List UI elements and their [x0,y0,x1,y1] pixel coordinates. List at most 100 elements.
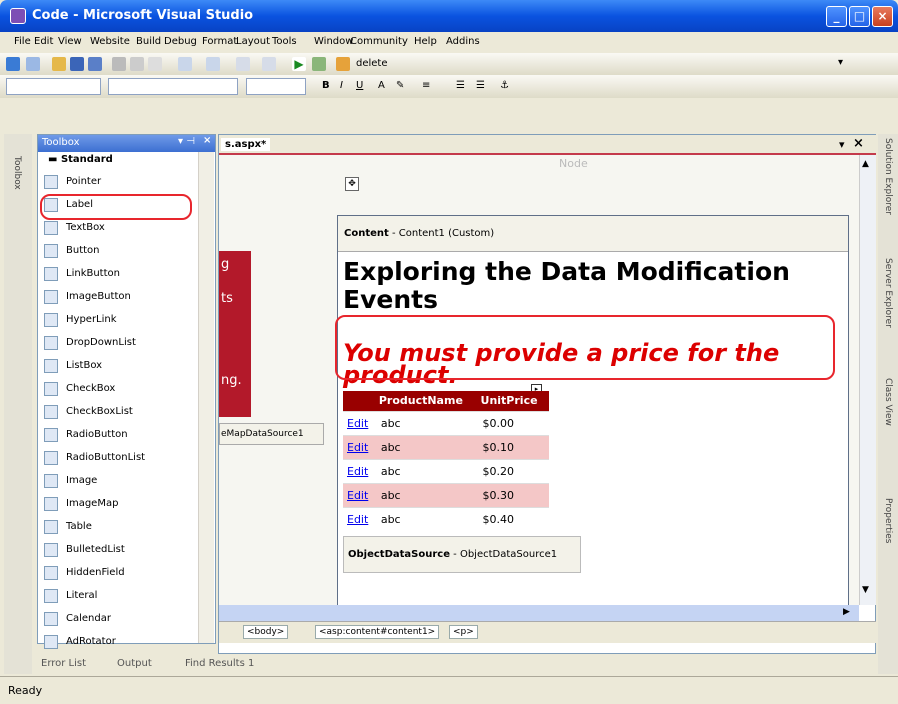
toolbox-rail-tab[interactable]: Toolbox [12,156,22,190]
undo-icon[interactable] [178,57,192,71]
menu-tools[interactable]: Tools [272,36,297,47]
toolbox-item-radiobuttonlist[interactable]: RadioButtonList [40,447,198,470]
maximize-button[interactable]: □ [849,6,870,27]
tag-crumb[interactable]: <p> [449,625,478,639]
italic-icon[interactable]: I [340,80,343,91]
paste-icon[interactable] [148,57,162,71]
highlight-color-icon[interactable]: ✎ [396,80,404,91]
copy-icon[interactable] [130,57,144,71]
save-icon[interactable] [70,57,84,71]
toolbox-item-linkbutton[interactable]: LinkButton [40,263,198,286]
toolbox-section-standard[interactable]: ▬ Standard [48,154,113,165]
font-color-icon[interactable]: A [378,80,385,91]
find-icon[interactable] [336,57,350,71]
toolbox-close-icon[interactable]: × [203,135,211,146]
start-debug-icon[interactable]: ▶ [292,57,306,71]
menu-layout[interactable]: Layout [236,36,270,47]
find-in-files-icon[interactable] [312,57,326,71]
bottom-tab-find-results-1[interactable]: Find Results 1 [185,658,254,669]
menu-window[interactable]: Window [314,36,353,47]
toolbox-item-hiddenfield[interactable]: HiddenField [40,562,198,585]
numbered-list-icon[interactable]: ☰ [456,80,465,91]
pin-icon[interactable]: ▾ ⊣ [178,136,195,147]
toolbox-item-image[interactable]: Image [40,470,198,493]
toolbox-item-checkbox[interactable]: CheckBox [40,378,198,401]
edit-link[interactable]: Edit [347,465,368,478]
scroll-down-icon[interactable]: ▼ [862,585,869,595]
font-size-dropdown[interactable] [246,78,306,95]
edit-link[interactable]: Edit [347,417,368,430]
scroll-up-icon[interactable]: ▲ [862,159,869,169]
toolbox-item-literal[interactable]: Literal [40,585,198,608]
tab-dropdown-icon[interactable]: ▾ [839,138,845,151]
menu-addins[interactable]: Addins [446,36,480,47]
add-item-icon[interactable] [26,57,40,71]
menu-community[interactable]: Community [350,36,408,47]
toolbox-item-pointer[interactable]: Pointer [40,171,198,194]
find-dropdown-chevron-icon[interactable]: ▾ [838,57,843,68]
tag-crumb[interactable]: <body> [243,625,289,639]
edit-link[interactable]: Edit [347,513,368,526]
rail-tab-solution-explorer[interactable]: Solution Explorer [883,138,893,215]
hyperlink-icon[interactable]: ⚓ [500,80,509,91]
open-icon[interactable] [52,57,66,71]
editor-horizontal-scrollbar[interactable]: ▶ [219,605,859,621]
rail-tab-server-explorer[interactable]: Server Explorer [883,258,893,328]
bold-icon[interactable]: B [322,80,330,91]
page-heading[interactable]: Exploring the Data Modification Events [343,258,843,314]
toolbox-item-hyperlink[interactable]: HyperLink [40,309,198,332]
block-format-dropdown[interactable] [6,78,101,95]
edit-link[interactable]: Edit [347,489,368,502]
objectdatasource-control[interactable]: ObjectDataSource - ObjectDataSource1 [343,536,581,573]
rail-tab-properties[interactable]: Properties [883,498,893,543]
menu-edit[interactable]: Edit [34,36,53,47]
toolbox-item-calendar[interactable]: Calendar [40,608,198,631]
editor-vertical-scrollbar[interactable]: ▲ ▼ [859,155,876,605]
content-placeholder[interactable]: Content - Content1 (Custom) Exploring th… [337,215,849,612]
sitemap-datasource[interactable]: eMapDataSource1 [219,423,324,445]
toolbox-item-imagebutton[interactable]: ImageButton [40,286,198,309]
menu-format[interactable]: Format [202,36,237,47]
menu-help[interactable]: Help [414,36,437,47]
tag-crumb[interactable]: <asp:content#content1> [315,625,440,639]
minimize-button[interactable]: _ [826,6,847,27]
document-tab[interactable]: s.aspx* [221,138,271,151]
new-project-icon[interactable] [6,57,20,71]
rail-tab-class-view[interactable]: Class View [883,378,893,426]
bottom-tab-output[interactable]: Output [117,658,152,669]
toolbox-item-textbox[interactable]: TextBox [40,217,198,240]
toolbox-item-dropdownlist[interactable]: DropDownList [40,332,198,355]
bulletedlist-icon [44,543,58,557]
products-gridview[interactable]: ProductName UnitPrice Edit abc $0.00 Edit abc… [343,391,549,531]
scroll-right-icon[interactable]: ▶ [843,607,850,617]
justify-icon[interactable]: ≡ [422,80,430,91]
menu-build[interactable]: Build [136,36,161,47]
close-button[interactable]: × [872,6,893,27]
bulleted-list-icon[interactable]: ☰ [476,80,485,91]
find-combo-value[interactable]: delete [356,58,388,69]
redo-icon[interactable] [206,57,220,71]
font-name-dropdown[interactable] [108,78,238,95]
navigate-back-icon[interactable] [236,57,250,71]
toolbox-item-radiobutton[interactable]: RadioButton [40,424,198,447]
toolbox-item-imagemap[interactable]: ImageMap [40,493,198,516]
menu-view[interactable]: View [58,36,82,47]
navigate-forward-icon[interactable] [262,57,276,71]
move-handle-icon[interactable]: ✥ [345,177,359,191]
toolbox-item-adrotator[interactable]: AdRotator [40,631,198,654]
toolbox-item-listbox[interactable]: ListBox [40,355,198,378]
bottom-tab-error-list[interactable]: Error List [41,658,86,669]
document-close-icon[interactable]: × [853,136,864,151]
save-all-icon[interactable] [88,57,102,71]
toolbox-scrollbar[interactable] [198,152,214,643]
toolbox-item-table[interactable]: Table [40,516,198,539]
toolbox-item-button[interactable]: Button [40,240,198,263]
menu-debug[interactable]: Debug [164,36,197,47]
underline-icon[interactable]: U [356,80,363,91]
edit-link[interactable]: Edit [347,441,368,454]
toolbox-item-bulletedlist[interactable]: BulletedList [40,539,198,562]
toolbox-item-checkboxlist[interactable]: CheckBoxList [40,401,198,424]
cut-icon[interactable] [112,57,126,71]
menu-file[interactable]: File [14,36,31,47]
menu-website[interactable]: Website [90,36,130,47]
